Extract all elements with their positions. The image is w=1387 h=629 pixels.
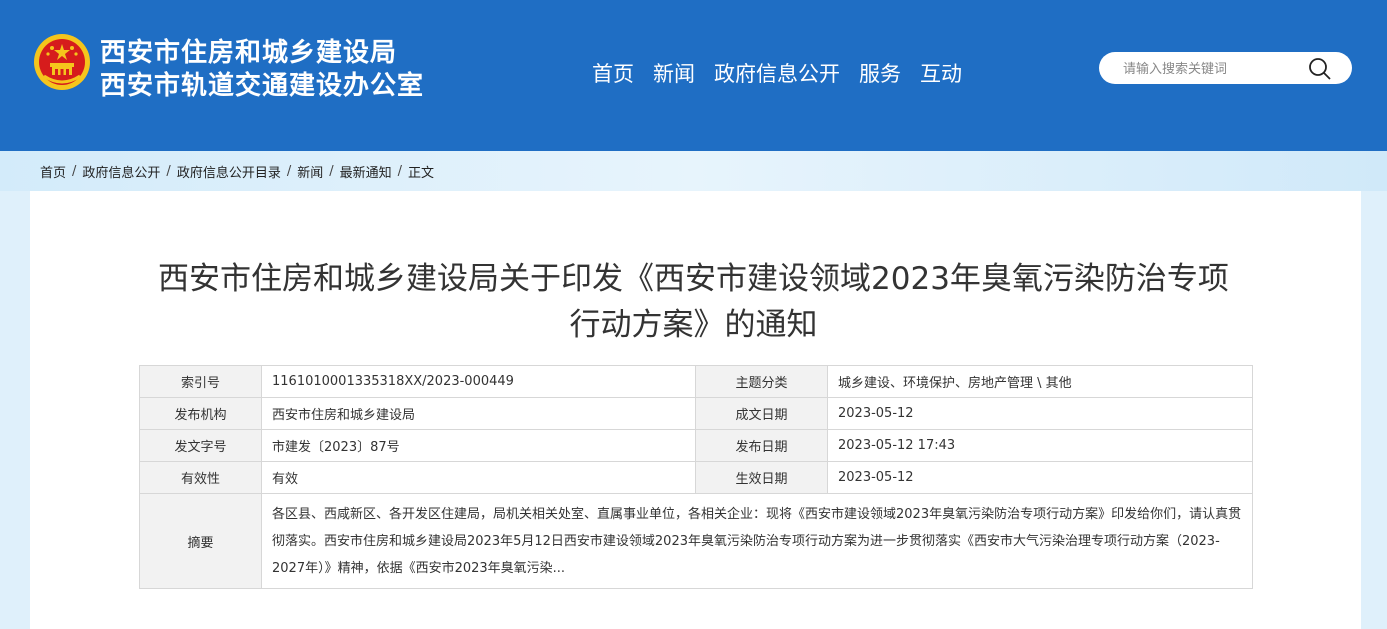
nav-news[interactable]: 新闻 xyxy=(653,58,695,88)
validity-label: 有效性 xyxy=(139,461,262,494)
table-row: 发布机构 西安市住房和城乡建设局 成文日期 2023-05-12 xyxy=(139,397,1253,430)
search-icon[interactable] xyxy=(1307,56,1333,82)
validity-value: 有效 xyxy=(261,461,696,494)
breadcrumb-separator: / xyxy=(286,164,292,179)
breadcrumb-separator: / xyxy=(72,164,77,179)
effective-date-label: 生效日期 xyxy=(695,461,828,494)
created-date-value: 2023-05-12 xyxy=(827,397,1253,430)
article-title-line-2: 行动方案》的通知 xyxy=(569,307,818,343)
table-row: 索引号 1161010001335318XX/2023-000449 主题分类 … xyxy=(139,365,1253,398)
nav-home[interactable]: 首页 xyxy=(592,58,634,88)
breadcrumb-gov-info[interactable]: 政府信息公开 xyxy=(82,162,160,181)
abstract-value: 各区县、西咸新区、各开发区住建局，局机关相关处室、直属事业单位，各相关企业：现将… xyxy=(261,493,1253,589)
doc-number-value: 市建发〔2023〕87号 xyxy=(261,429,696,462)
table-row: 发文字号 市建发〔2023〕87号 发布日期 2023-05-12 17:43 xyxy=(139,429,1253,462)
breadcrumb: 首页 / 政府信息公开 / 政府信息公开目录 / 新闻 / 最新通知 / 正文 xyxy=(40,162,434,181)
nav-gov-info[interactable]: 政府信息公开 xyxy=(714,58,840,88)
breadcrumb-home[interactable]: 首页 xyxy=(40,162,66,181)
org-name-primary[interactable]: 西安市住房和城乡建设局 xyxy=(100,32,397,69)
effective-date-value: 2023-05-12 xyxy=(827,461,1253,494)
topic-label: 主题分类 xyxy=(695,365,828,398)
article-title: 西安市住房和城乡建设局关于印发《西安市建设领域2023年臭氧污染防治专项 行动方… xyxy=(100,256,1287,348)
doc-number-label: 发文字号 xyxy=(139,429,262,462)
breadcrumb-news[interactable]: 新闻 xyxy=(297,162,323,181)
document-info-table: 索引号 1161010001335318XX/2023-000449 主题分类 … xyxy=(139,365,1253,589)
index-value: 1161010001335318XX/2023-000449 xyxy=(261,365,696,398)
published-date-value: 2023-05-12 17:43 xyxy=(827,429,1253,462)
breadcrumb-separator: / xyxy=(166,164,171,179)
search-input[interactable] xyxy=(1121,58,1305,80)
abstract-label: 摘要 xyxy=(139,493,262,589)
index-label: 索引号 xyxy=(139,365,262,398)
org-name-secondary[interactable]: 西安市轨道交通建设办公室 xyxy=(100,65,424,102)
publisher-label: 发布机构 xyxy=(139,397,262,430)
published-date-label: 发布日期 xyxy=(695,429,828,462)
created-date-label: 成文日期 xyxy=(695,397,828,430)
breadcrumb-separator: / xyxy=(397,164,403,179)
publisher-value: 西安市住房和城乡建设局 xyxy=(261,397,696,430)
topic-value: 城乡建设、环境保护、房地产管理 \ 其他 xyxy=(827,365,1253,398)
breadcrumb-separator: / xyxy=(329,164,334,179)
national-emblem-icon[interactable] xyxy=(32,32,92,92)
nav-interaction[interactable]: 互动 xyxy=(920,58,962,88)
table-row: 有效性 有效 生效日期 2023-05-12 xyxy=(139,461,1253,494)
breadcrumb-latest-notices[interactable]: 最新通知 xyxy=(340,162,392,181)
nav-services[interactable]: 服务 xyxy=(859,58,901,88)
breadcrumb-gov-info-catalog[interactable]: 政府信息公开目录 xyxy=(177,162,281,181)
article-title-line-1: 西安市住房和城乡建设局关于印发《西安市建设领域2023年臭氧污染防治专项 xyxy=(158,261,1229,297)
table-row: 摘要 各区县、西咸新区、各开发区住建局，局机关相关处室、直属事业单位，各相关企业… xyxy=(139,493,1253,589)
main-nav: 首页 新闻 政府信息公开 服务 互动 xyxy=(592,58,981,88)
breadcrumb-current: 正文 xyxy=(408,166,435,181)
